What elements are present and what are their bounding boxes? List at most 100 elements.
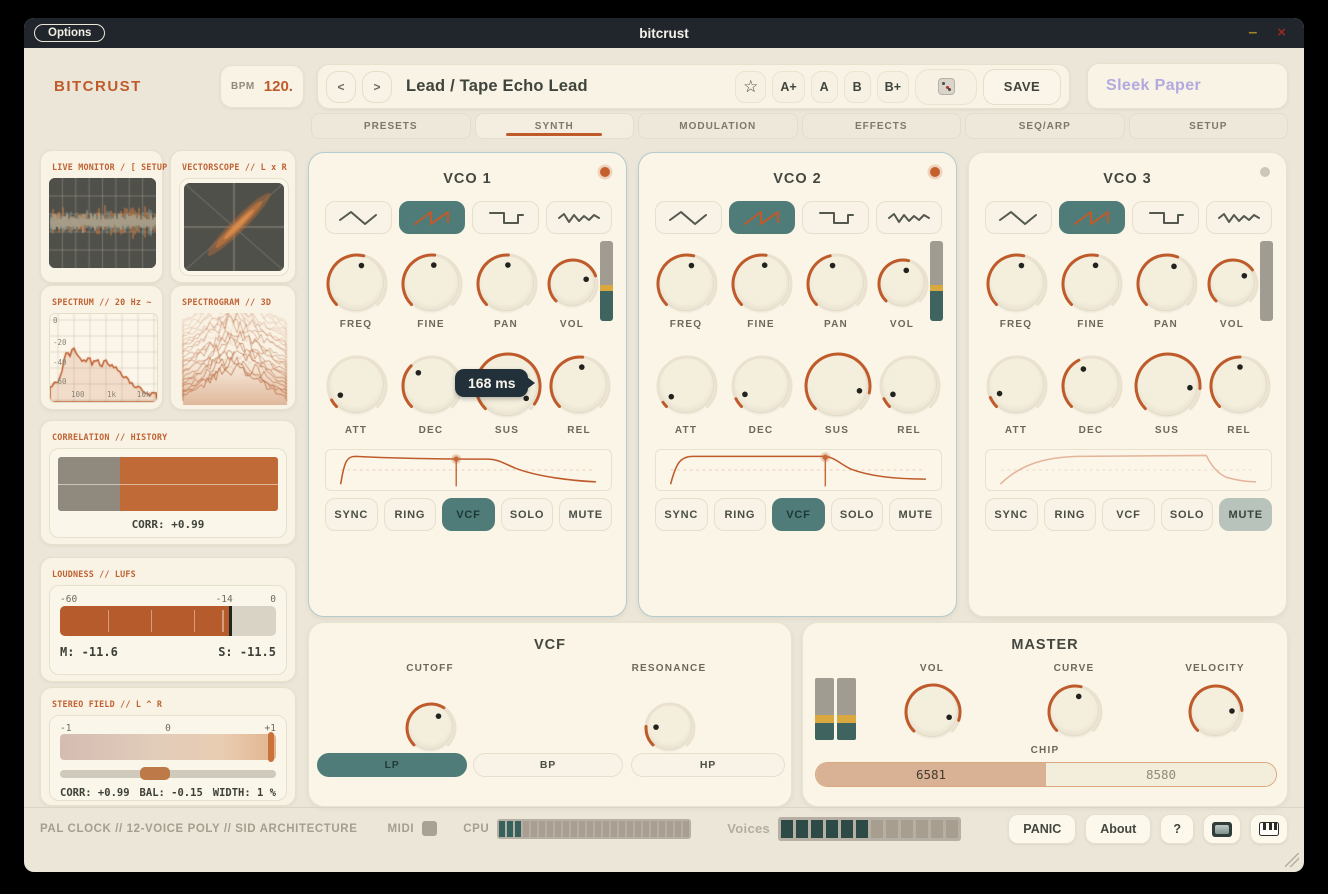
vco-title: VCO 2 <box>639 171 956 187</box>
knob-pan[interactable] <box>1138 255 1194 311</box>
vco-button-sync[interactable]: SYNC <box>325 498 378 531</box>
compare-a--button[interactable]: A+ <box>772 71 804 103</box>
wave-sawtooth-button[interactable] <box>729 201 796 234</box>
wave-noise-button[interactable] <box>876 201 943 234</box>
knob-vol[interactable] <box>906 685 958 737</box>
wave-triangle-button[interactable] <box>655 201 722 234</box>
vco-button-solo[interactable]: SOLO <box>1161 498 1214 531</box>
knob-freq[interactable] <box>658 255 714 311</box>
crt-display-button[interactable] <box>1203 814 1241 844</box>
vco-button-ring[interactable]: RING <box>714 498 767 531</box>
minimize-button[interactable]: – <box>1248 25 1257 41</box>
preset-prev-button[interactable]: < <box>326 71 356 103</box>
vco-panel-3: VCO 3FREQFINEPANVOLATTDECSUSRELSYNCRINGV… <box>968 152 1287 617</box>
help-button[interactable]: ? <box>1160 814 1194 844</box>
balance-slider[interactable] <box>60 770 276 778</box>
skin-name-field[interactable]: Sleek Paper <box>1087 63 1288 109</box>
tab-presets[interactable]: PRESETS <box>311 113 471 139</box>
knob-sus[interactable] <box>1136 354 1198 416</box>
chip-option-8580[interactable]: 8580 <box>1046 763 1276 786</box>
vco-button-mute[interactable]: MUTE <box>1219 498 1272 531</box>
knob-label-freq: FREQ <box>978 319 1054 330</box>
knob-vol[interactable] <box>1209 260 1255 306</box>
resize-grip[interactable] <box>1285 853 1299 867</box>
wave-pulse-button[interactable] <box>472 201 539 234</box>
knob-pan[interactable] <box>478 255 534 311</box>
bpm-label: BPM <box>231 81 255 92</box>
knob-fine[interactable] <box>403 255 459 311</box>
tab-setup[interactable]: SETUP <box>1129 113 1289 139</box>
filter-mode-lp[interactable]: LP <box>317 753 467 777</box>
randomize-button[interactable] <box>915 69 977 105</box>
knob-vol[interactable] <box>879 260 925 306</box>
compare-a-button[interactable]: A <box>811 71 838 103</box>
live-monitor-title[interactable]: LIVE MONITOR / [ SETUP ] <box>52 162 154 172</box>
tab-synth[interactable]: SYNTH <box>475 113 635 139</box>
knob-att[interactable] <box>658 357 714 413</box>
knob-cutoff[interactable] <box>407 704 453 750</box>
chip-option-6581[interactable]: 6581 <box>816 763 1046 786</box>
knob-fine[interactable] <box>1063 255 1119 311</box>
tab-seq-arp[interactable]: SEQ/ARP <box>965 113 1125 139</box>
bpm-value[interactable]: 120. <box>264 78 293 95</box>
knob-label-sus: SUS <box>799 425 875 436</box>
knob-freq[interactable] <box>328 255 384 311</box>
wave-triangle-button[interactable] <box>985 201 1052 234</box>
wave-triangle-button[interactable] <box>325 201 392 234</box>
cpu-segment <box>563 821 569 837</box>
knob-att[interactable] <box>328 357 384 413</box>
knob-dec[interactable] <box>403 357 459 413</box>
favorite-star-icon[interactable]: ☆ <box>735 71 766 103</box>
knob-fine[interactable] <box>733 255 789 311</box>
close-button[interactable]: × <box>1277 25 1286 41</box>
voice-segment <box>901 820 913 838</box>
tab-modulation[interactable]: MODULATION <box>638 113 798 139</box>
compare-b--button[interactable]: B+ <box>877 71 909 103</box>
knob-velocity[interactable] <box>1190 686 1240 736</box>
balance-handle[interactable] <box>140 767 170 780</box>
wave-pulse-button[interactable] <box>1132 201 1199 234</box>
knob-vol[interactable] <box>549 260 595 306</box>
plugin-window: Options bitcrust – × BITCRUST BPM 120. <… <box>24 18 1304 872</box>
vco-button-vcf[interactable]: VCF <box>1102 498 1155 531</box>
knob-rel[interactable] <box>1211 357 1267 413</box>
vco-button-vcf[interactable]: VCF <box>442 498 495 531</box>
vco-button-mute[interactable]: MUTE <box>559 498 612 531</box>
compare-b-button[interactable]: B <box>844 71 871 103</box>
tab-effects[interactable]: EFFECTS <box>802 113 962 139</box>
knob-sus[interactable] <box>806 354 868 416</box>
preset-name[interactable]: Lead / Tape Echo Lead <box>398 77 729 96</box>
preset-next-button[interactable]: > <box>362 71 392 103</box>
vco-button-sync[interactable]: SYNC <box>655 498 708 531</box>
vco-button-solo[interactable]: SOLO <box>501 498 554 531</box>
knob-resonance[interactable] <box>646 704 692 750</box>
knob-pan[interactable] <box>808 255 864 311</box>
wave-pulse-button[interactable] <box>802 201 869 234</box>
filter-mode-hp[interactable]: HP <box>631 753 785 777</box>
vco-button-vcf[interactable]: VCF <box>772 498 825 531</box>
vco-button-mute[interactable]: MUTE <box>889 498 942 531</box>
vco-button-ring[interactable]: RING <box>384 498 437 531</box>
vco-button-ring[interactable]: RING <box>1044 498 1097 531</box>
knob-freq[interactable] <box>988 255 1044 311</box>
filter-mode-bp[interactable]: BP <box>473 753 623 777</box>
panic-button[interactable]: PANIC <box>1008 814 1076 844</box>
wave-sawtooth-button[interactable] <box>1059 201 1126 234</box>
about-button[interactable]: About <box>1085 814 1151 844</box>
knob-att[interactable] <box>988 357 1044 413</box>
vco-button-solo[interactable]: SOLO <box>831 498 884 531</box>
knob-dec[interactable] <box>1063 357 1119 413</box>
wave-sawtooth-button[interactable] <box>399 201 466 234</box>
envelope-display <box>655 449 942 491</box>
knob-dec[interactable] <box>733 357 789 413</box>
wave-noise-button[interactable] <box>546 201 613 234</box>
save-button[interactable]: SAVE <box>983 69 1061 105</box>
wave-selector <box>985 201 1272 234</box>
loudness-title: LOUDNESS // LUFS <box>52 569 287 579</box>
wave-noise-button[interactable] <box>1206 201 1273 234</box>
virtual-keyboard-button[interactable] <box>1250 814 1288 844</box>
knob-curve[interactable] <box>1049 686 1099 736</box>
knob-rel[interactable] <box>881 357 937 413</box>
knob-rel[interactable] <box>551 357 607 413</box>
vco-button-sync[interactable]: SYNC <box>985 498 1038 531</box>
